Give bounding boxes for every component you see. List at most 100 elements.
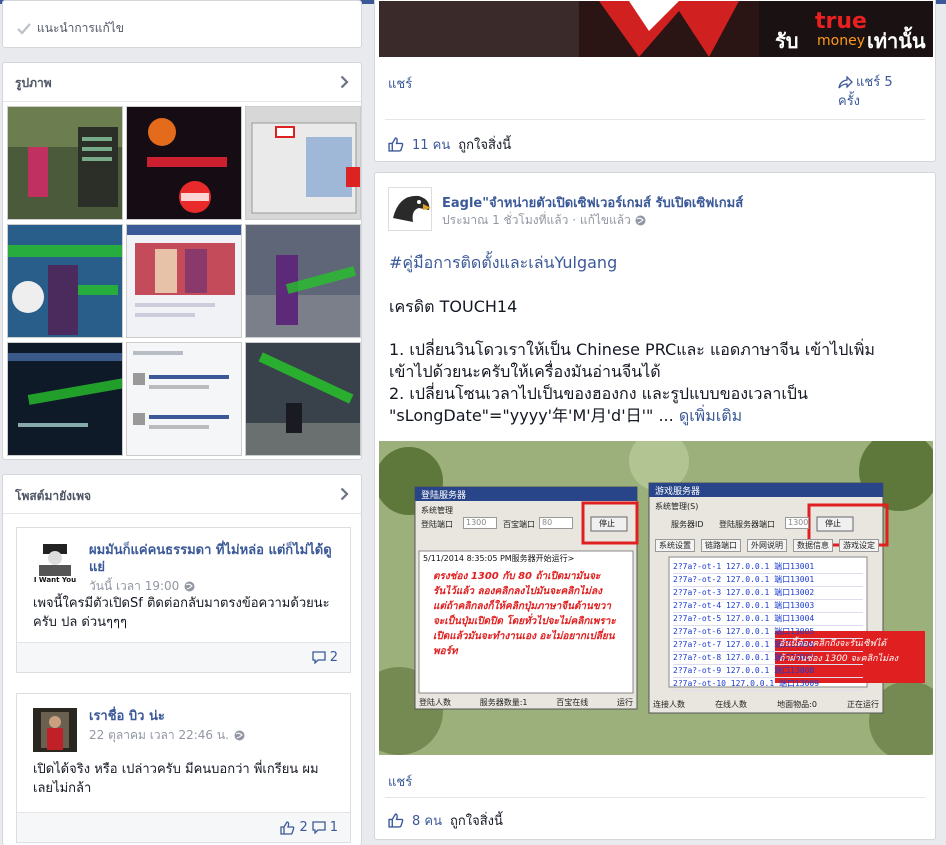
comment-count-value: 1	[329, 820, 338, 835]
divider	[385, 119, 925, 120]
photos-title[interactable]: รูปภาพ	[15, 74, 52, 93]
overlay-note-line: ตรงช่อง 1300 กับ 80 ถ้าเปิดมามันจะ	[433, 571, 601, 582]
right-status-bar: 连接人数 在线人数 地面物品:0 正在运行	[653, 699, 879, 710]
divider	[385, 797, 925, 798]
photo-grid	[7, 106, 362, 456]
post-message: เปิดได้จริง หรือ เปล่าวครับ มีคนบอกว่า พ…	[33, 762, 319, 796]
post-credit: เครดิต TOUCH14	[389, 297, 518, 316]
like-count[interactable]: 8 คน	[412, 810, 442, 831]
suggest-edits-label: แนะนำการแก้ไข	[37, 21, 125, 35]
left-window-title: 登陆服务器	[421, 491, 467, 501]
red-note-line: ถ้าผ่านช่อง 1300 จะคลิกไม่ลง	[779, 654, 898, 664]
share-link[interactable]: แชร์	[388, 771, 412, 792]
globe-icon	[234, 730, 245, 741]
checkmark-icon	[17, 22, 31, 35]
chevron-right-icon[interactable]	[340, 75, 349, 89]
globe-icon	[635, 215, 646, 226]
photo-thumbnail[interactable]	[126, 106, 242, 220]
photo-thumbnail[interactable]	[7, 342, 123, 456]
red-note-line: อันนี้ต้องคลิกถึงจะรันเซิฟได้	[779, 639, 887, 649]
photo-thumbnail[interactable]	[126, 224, 242, 338]
like-count-value: 2	[299, 820, 308, 835]
top-post-card: รับ true money เท่านั้น แชร์ แชร์ 5 ครั้…	[374, 0, 936, 162]
thumbs-up-icon	[280, 820, 295, 835]
status-item: 服务器数量:1	[479, 698, 528, 707]
right-tab-strip: 系统设置 链路端口 外网说明 数据信息 游戏设定	[655, 539, 879, 552]
photos-card: รูปภาพ	[2, 62, 362, 460]
photo-thumbnail[interactable]	[245, 342, 361, 456]
page-avatar[interactable]	[388, 187, 432, 231]
divider	[3, 513, 361, 514]
post-line: 2. เปลี่ยนโซนเวลาไปเป็นของฮองกง และรูปแบ…	[389, 384, 808, 403]
photo-thumbnail[interactable]	[7, 106, 123, 220]
post-footer: 2 1	[17, 812, 350, 842]
see-more-link[interactable]: ดูเพิ่มเติม	[679, 406, 742, 425]
avatar[interactable]: I Want You	[33, 542, 77, 586]
poster-name[interactable]: ผมมันก็แค่คนธรรมดา ที่ไม่หล่อ แต่ก็ไม่ได…	[89, 542, 339, 576]
banner-text: รับ	[775, 29, 799, 53]
photo-thumbnail[interactable]	[126, 342, 242, 456]
post-meta: ประมาณ 1 ชั่วโมงที่แล้ว · แก้ไขแล้ว	[442, 211, 646, 230]
comment-count[interactable]: 2	[312, 650, 338, 665]
screenshot-tab: 链路端口	[701, 539, 741, 552]
server-row: 2?7a?-ot-3 127.0.0.1 端口13002	[673, 587, 863, 600]
post-time-text[interactable]: 22 ตุลาคม เวลา 22:46 น.	[89, 726, 229, 745]
like-count[interactable]: 11 คน	[412, 134, 450, 155]
post-line: "sLongDate"="yyyy'年'M'月'd'日'" ... ดูเพิ่…	[389, 405, 929, 427]
hashtag-link[interactable]: #คู่มือการติดตั้งและเล่นYulgang	[389, 251, 617, 276]
server-port-input: 80	[539, 517, 573, 529]
log-line: 5/11/2014 8:35:05 PM服务器开始运行>	[423, 554, 575, 563]
post-author[interactable]: Eagle"จำหน่ายตัวเปิดเซิฟเวอร์เกมส์ รับเป…	[442, 192, 743, 213]
server-row: 2?7a?-ot-1 127.0.0.1 端口13001	[673, 561, 863, 574]
suggest-edits-card: แนะนำการแก้ไข	[2, 0, 362, 48]
share-link[interactable]: แชร์	[388, 73, 412, 94]
post-image[interactable]: 登陆服务器 系统管理 登陆端口 1300 百宝端口 80 停止 5/11/201…	[379, 441, 933, 755]
status-item: 正在运行	[846, 700, 879, 709]
banner-brand-bottom: money	[817, 33, 865, 49]
photo-thumbnail[interactable]	[7, 224, 123, 338]
post-line-text: "sLongDate"="yyyy'年'M'月'd'日'" ...	[389, 406, 679, 425]
right-port-input: 1300	[785, 517, 809, 529]
status-item: 百宝在线	[556, 698, 589, 707]
screenshot-tab: 外网说明	[747, 539, 787, 552]
status-item: 在线人数	[715, 700, 748, 709]
overlay-note-line: จะเป็นปุ่มเปิดปิด โดยทั่วไปจะไม่คลิกเพรา…	[433, 616, 616, 627]
like-comment-count[interactable]: 2 1	[280, 820, 338, 835]
right-stop-button: 停止	[825, 519, 841, 528]
server-list: 2?7a?-ot-1 127.0.0.1 端口13001 2?7a?-ot-2 1…	[673, 561, 863, 691]
red-note: อันนี้ต้องคลิกถึงจะรันเซิฟได้ ถ้าผ่านช่อ…	[779, 637, 923, 667]
thumbs-up-icon[interactable]	[388, 813, 404, 828]
avatar[interactable]	[33, 708, 77, 752]
thumbs-up-icon[interactable]	[388, 137, 404, 152]
stop-button: 停止	[599, 519, 615, 528]
status-item: 连接人数	[653, 700, 685, 709]
server-row: 2?7a?-ot-4 127.0.0.1 端口13003	[673, 600, 863, 613]
overlay-note-line: พอร์ท	[433, 646, 458, 657]
left-window-tab: 系统管理	[421, 506, 453, 515]
post-meta-text[interactable]: ประมาณ 1 ชั่วโมงที่แล้ว · แก้ไขแล้ว	[442, 211, 631, 230]
share-count-unit: ครั้ง	[838, 94, 861, 109]
post-message: เพจนี้ใครมีตัวเปิดSf ติดต่อกลับมาตรงข้อค…	[33, 596, 330, 630]
share-count[interactable]: แชร์ 5 ครั้ง	[838, 73, 893, 111]
chevron-right-icon[interactable]	[340, 487, 349, 501]
photo-thumbnail[interactable]	[245, 224, 361, 338]
like-text: ถูกใจสิ่งนี้	[458, 138, 512, 153]
banner-tail: เท่านั้น	[867, 29, 926, 53]
post-body: 1. เปลี่ยนวินโดวเราให้เป็น Chinese PRCแล…	[389, 339, 929, 427]
screenshot-tab: 游戏设定	[839, 539, 879, 552]
main-post-card: Eagle"จำหน่ายตัวเปิดเซิฟเวอร์เกมส์ รับเป…	[374, 172, 936, 840]
visitor-post: เราชื่อ บิว น่ะ 22 ตุลาคม เวลา 22:46 น. …	[16, 693, 351, 843]
status-item: 地面物品:0	[777, 700, 817, 709]
post-banner-image[interactable]: รับ true money เท่านั้น	[379, 1, 933, 57]
visitor-post: I Want You ผมมันก็แค่คนธรรมดา ที่ไม่หล่อ…	[16, 527, 351, 673]
comment-count-value: 2	[329, 650, 338, 665]
divider	[3, 101, 361, 102]
posts-to-page-title[interactable]: โพสต์มายังเพจ	[15, 487, 91, 506]
photo-thumbnail[interactable]	[245, 106, 361, 220]
post-line: เข้าไปด้วยนะครับให้เครื่องมันอ่านจีนได้	[389, 362, 661, 381]
post-time: 22 ตุลาคม เวลา 22:46 น.	[89, 726, 245, 745]
share-arrow-icon	[838, 76, 853, 89]
poster-name[interactable]: เราชื่อ บิว น่ะ	[89, 708, 339, 725]
like-text: ถูกใจสิ่งนี้	[450, 814, 503, 829]
suggest-edits-link[interactable]: แนะนำการแก้ไข	[17, 19, 124, 38]
